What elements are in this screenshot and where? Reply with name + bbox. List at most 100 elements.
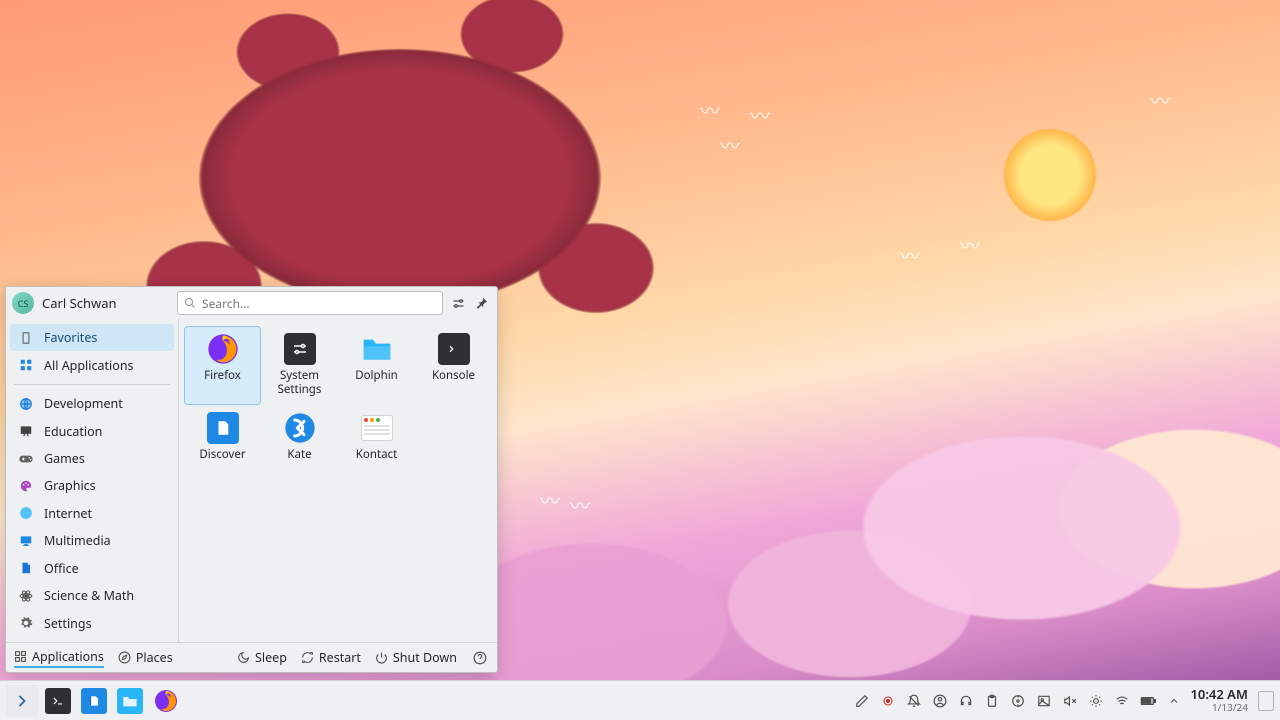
tray-image-icon[interactable] [1036,693,1052,709]
tray-clipboard-icon[interactable] [984,693,1000,709]
tray-chevron-up-icon[interactable] [1166,693,1182,709]
power-sleep[interactable]: Sleep [237,649,287,666]
tray-wifi-icon[interactable] [1114,693,1130,709]
configure-icon[interactable] [449,294,467,312]
taskbar: 10:42 AM 1/13/24 [0,680,1280,720]
app-label: Firefox [204,369,241,383]
taskbar-app-dolphin[interactable] [114,685,146,717]
settings-icon [284,333,316,365]
power-label: Restart [319,649,361,666]
app-label: System Settings [264,369,335,398]
username-label: Carl Schwan [42,294,117,312]
category-sidebar: Favorites All Applications Development Educ… [6,319,179,642]
terminal-icon [438,333,470,365]
help-icon[interactable] [471,649,489,667]
search-input[interactable] [177,291,443,315]
globe-dev-icon [18,396,34,412]
sidebar-item-label: Settings [44,615,92,632]
search-field[interactable] [202,295,436,312]
atom-icon [18,588,34,604]
apps-icon [14,650,27,663]
clock[interactable]: 10:42 AM 1/13/24 [1190,688,1248,712]
tray-bell-off-icon[interactable] [906,693,922,709]
tray-pen-icon[interactable] [854,693,870,709]
sidebar-item-science-math[interactable]: Science & Math [10,582,174,609]
kate-icon [284,412,316,444]
sidebar-item-office[interactable]: Office [10,555,174,582]
app-grid: Firefox System SettingsDolphin Konsole Disc… [185,327,491,478]
sidebar-item-label: Education [44,423,102,440]
firefox-icon [207,333,239,365]
search-icon [184,297,196,309]
pin-icon[interactable] [473,294,491,312]
app-dolphin[interactable]: Dolphin [339,327,414,404]
palette-icon [18,478,34,494]
launcher-button[interactable] [6,685,38,717]
taskbar-app-discover[interactable] [78,685,110,717]
avatar[interactable]: CS [12,292,34,314]
power-icon [375,651,388,664]
footer-tab-label: Applications [32,648,104,665]
app-label: Kate [287,448,311,462]
gamepad-icon [18,451,34,467]
tray-record-icon[interactable] [880,693,896,709]
app-discover[interactable]: Discover [185,406,260,478]
app-label: Kontact [356,448,397,462]
sidebar-item-all-applications[interactable]: All Applications [10,351,174,378]
sidebar-item-label: Science & Math [44,587,134,604]
sidebar-item-label: Development [44,395,123,412]
app-konsole[interactable]: Konsole [416,327,491,404]
sidebar-item-development[interactable]: Development [10,390,174,417]
app-kate[interactable]: Kate [262,406,337,478]
taskbar-app-firefox[interactable] [150,685,182,717]
app-system-settings[interactable]: System Settings [262,327,337,404]
sidebar-item-label: Multimedia [44,532,111,549]
board-icon [18,423,34,439]
folder-icon [361,333,393,365]
sidebar-item-label: Games [44,450,85,467]
sidebar-item-graphics[interactable]: Graphics [10,472,174,499]
tray-vol-mute-icon[interactable] [1062,693,1078,709]
power-label: Sleep [255,649,287,666]
app-label: Discover [199,448,245,462]
footer-tab-places[interactable]: Places [118,648,173,668]
sidebar-item-settings[interactable]: Settings [10,610,174,637]
app-label: Konsole [432,369,475,383]
sidebar-item-education[interactable]: Education [10,417,174,444]
tray-headset-icon[interactable] [958,693,974,709]
system-tray [854,693,1182,709]
tray-disc-icon[interactable] [1010,693,1026,709]
taskbar-app-terminal[interactable] [42,685,74,717]
launcher-header: CS Carl Schwan [6,287,497,319]
sidebar-item-label: Favorites [44,329,97,346]
launcher-footer: Applications Places Sleep Restart Shut Down [6,642,497,672]
globe-icon [18,505,34,521]
bookmark-icon [18,330,34,346]
compass-icon [118,651,131,664]
doc-icon [18,560,34,576]
sidebar-item-label: All Applications [44,357,134,374]
sidebar-item-games[interactable]: Games [10,445,174,472]
power-label: Shut Down [393,649,457,666]
grid-icon [18,357,34,373]
footer-tab-label: Places [136,649,173,666]
tray-brightness-icon[interactable] [1088,693,1104,709]
app-kontact[interactable]: Kontact [339,406,414,478]
avatar-initials: CS [18,297,29,310]
tray-user-circle-icon[interactable] [932,693,948,709]
power-shut-down[interactable]: Shut Down [375,649,457,666]
refresh-icon [301,651,314,664]
app-launcher: CS Carl Schwan Favorites All Applications… [5,286,498,673]
sidebar-item-internet[interactable]: Internet [10,500,174,527]
sidebar-item-multimedia[interactable]: Multimedia [10,527,174,554]
monitor-icon [18,533,34,549]
show-desktop-button[interactable] [1258,691,1274,711]
sidebar-item-favorites[interactable]: Favorites [10,324,174,351]
moon-icon [237,651,250,664]
footer-tab-applications[interactable]: Applications [14,648,104,668]
clock-date: 1/13/24 [1190,702,1248,713]
gear-icon [18,615,34,631]
tray-battery-icon[interactable] [1140,693,1156,709]
app-firefox[interactable]: Firefox [185,327,260,404]
power-restart[interactable]: Restart [301,649,361,666]
